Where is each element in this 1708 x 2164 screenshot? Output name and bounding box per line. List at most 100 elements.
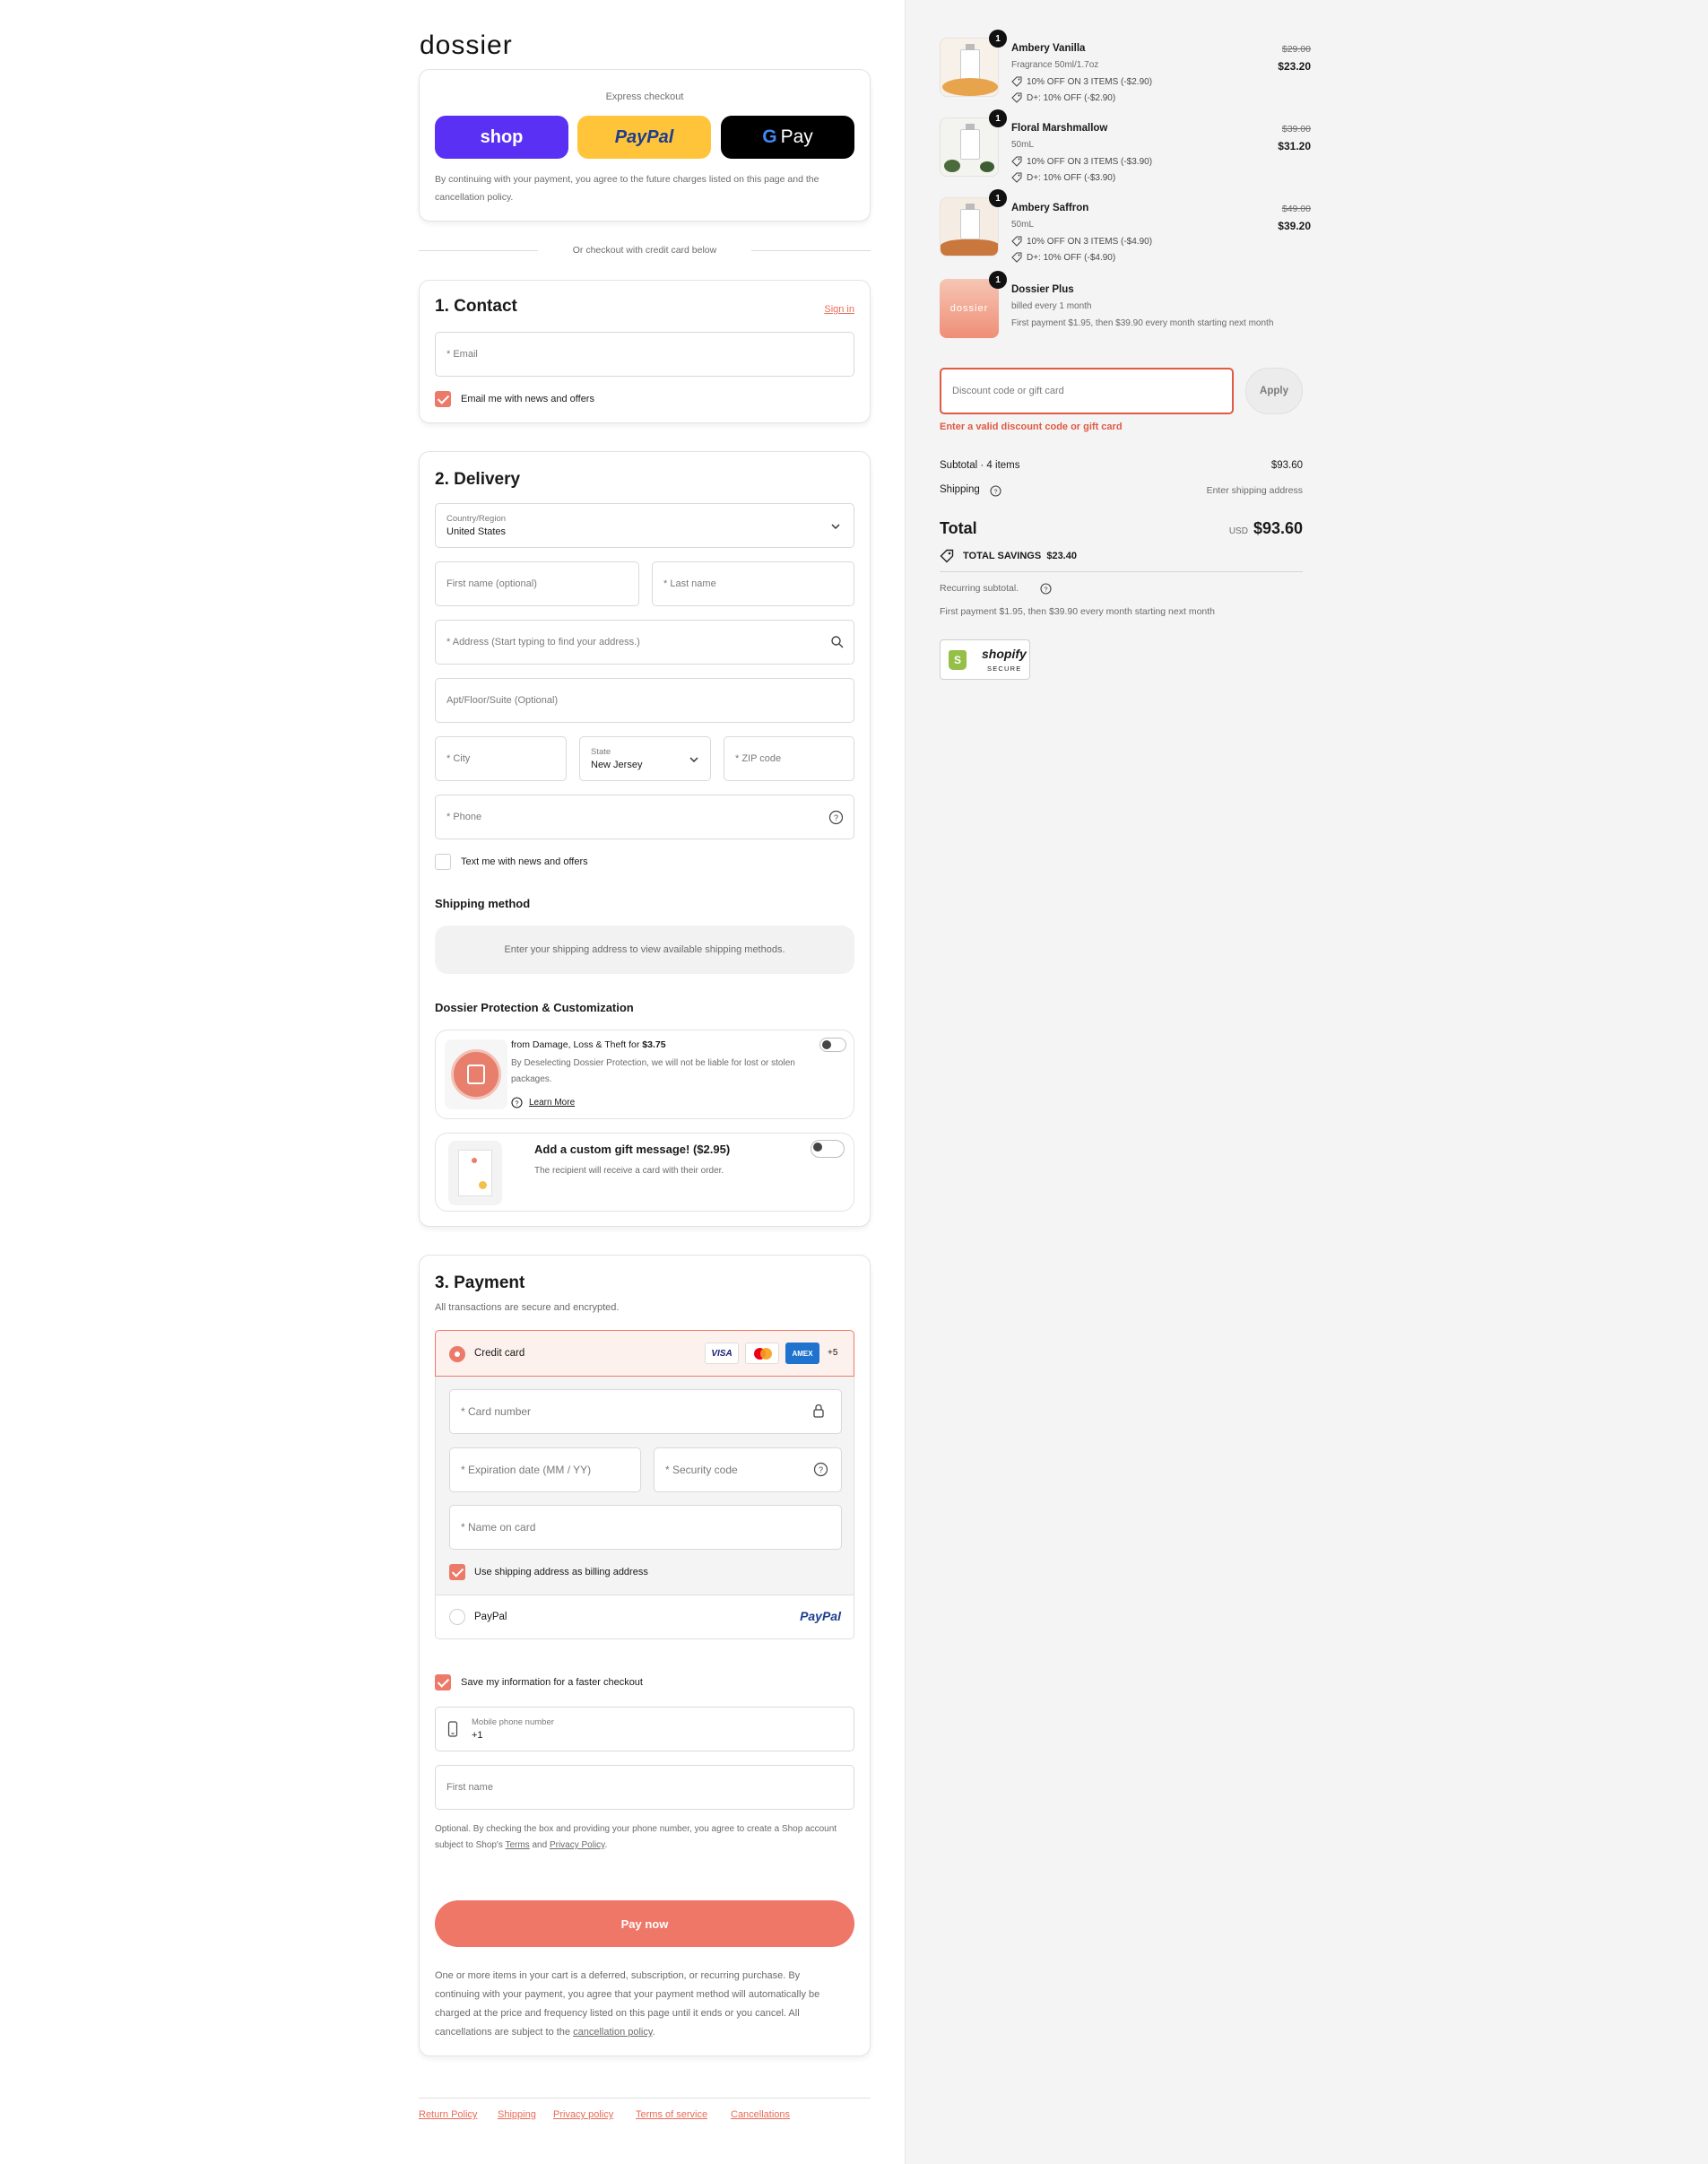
use-shipping-address-checkbox[interactable] — [449, 1564, 465, 1580]
apply-discount-button[interactable]: Apply — [1245, 368, 1303, 414]
paypal-radio[interactable] — [449, 1609, 465, 1625]
tag-icon — [1011, 236, 1022, 247]
expiration-date-field[interactable]: * Expiration date (MM / YY) — [449, 1447, 641, 1492]
savings-label: TOTAL SAVINGS — [963, 551, 1042, 561]
protection-toggle[interactable] — [819, 1038, 846, 1052]
shipping-method-note: Enter your shipping address to view avai… — [504, 944, 785, 955]
pay-now-button[interactable]: Pay now — [435, 1900, 854, 1947]
order-summary: 1 Ambery Vanilla Fragrance 50ml/1.7oz 10… — [905, 0, 1708, 2164]
discounted-price: $23.20 — [1278, 60, 1311, 73]
shop-first-name-field[interactable]: First name — [435, 1765, 854, 1810]
tag-icon — [940, 549, 954, 563]
shop-pay-button[interactable]: shop — [435, 116, 568, 159]
discount-text: D+: 10% OFF (-$4.90) — [1027, 252, 1116, 263]
product-name: Ambery Saffron — [1011, 203, 1089, 213]
shop-terms-link[interactable]: Terms — [505, 1840, 529, 1850]
dossier-plus-thumb-text: dossier — [949, 303, 989, 314]
help-circle-icon[interactable]: ? — [1040, 583, 1052, 595]
google-g-icon: G — [762, 126, 777, 147]
last-name-field[interactable]: * Last name — [652, 561, 854, 606]
apply-label: Apply — [1260, 386, 1288, 396]
credit-card-radio[interactable] — [449, 1346, 465, 1362]
gift-message-toggle[interactable] — [811, 1140, 845, 1158]
brand-logo[interactable]: dossier — [420, 30, 513, 61]
help-circle-icon[interactable]: ? — [990, 485, 1001, 497]
mobile-phone-icon — [447, 1721, 458, 1737]
paypal-option[interactable]: PayPal PayPal — [435, 1595, 854, 1639]
protection-price: $3.75 — [642, 1039, 666, 1050]
discount-line: 10% OFF ON 3 ITEMS (-$3.90) — [1011, 156, 1152, 167]
apartment-field[interactable]: Apt/Floor/Suite (Optional) — [435, 678, 854, 723]
payment-title: 3. Payment — [435, 1273, 525, 1292]
address-field[interactable]: * Address (Start typing to find your add… — [435, 620, 854, 665]
contact-card: 1. Contact Sign in * Email Email me with… — [419, 280, 871, 423]
state-value: New Jersey — [591, 760, 643, 770]
credit-card-option[interactable]: Credit card VISA AMEX +5 — [435, 1330, 854, 1377]
shop-privacy-link[interactable]: Privacy Policy — [550, 1840, 605, 1850]
gift-message-title: Add a custom gift message! ($2.95) — [534, 1143, 731, 1156]
footer-privacy-policy-link[interactable]: Privacy policy — [553, 2109, 613, 2120]
product-name: Dossier Plus — [1011, 284, 1074, 295]
discounted-price: $39.20 — [1278, 220, 1311, 232]
cart-item: 1 Ambery Saffron 50mL 10% OFF ON 3 ITEMS… — [906, 189, 1336, 269]
svg-text:?: ? — [819, 1465, 823, 1474]
card-number-field[interactable]: * Card number — [449, 1389, 842, 1434]
savings-value: $23.40 — [1046, 551, 1077, 561]
country-value: United States — [447, 526, 507, 537]
sign-in-link[interactable]: Sign in — [824, 304, 854, 315]
gift-message-option: Add a custom gift message! ($2.95) The r… — [435, 1133, 854, 1212]
discount-line: 10% OFF ON 3 ITEMS (-$4.90) — [1011, 236, 1152, 247]
paypal-label: PayPal — [614, 126, 674, 147]
gift-message-description: The recipient will receive a card with t… — [534, 1166, 724, 1176]
email-news-label: Email me with news and offers — [461, 394, 594, 404]
total-savings: TOTAL SAVINGS $23.40 — [963, 551, 1077, 561]
text-news-checkbox[interactable] — [435, 854, 451, 870]
cancellation-policy-link[interactable]: cancellation policy — [573, 2027, 652, 2038]
footer-return-policy-link[interactable]: Return Policy — [419, 2109, 477, 2120]
learn-more-link[interactable]: Learn More — [529, 1098, 575, 1108]
recurring-subtotal-label: Recurring subtotal. — [940, 583, 1019, 594]
google-pay-button[interactable]: G Pay — [721, 116, 854, 159]
google-pay-label: Pay — [780, 126, 813, 147]
paypal-button[interactable]: PayPal — [577, 116, 711, 159]
recurring-purchase-note: One or more items in your cart is a defe… — [435, 1967, 847, 2042]
zip-field[interactable]: * ZIP code — [724, 736, 854, 781]
footer-terms-link[interactable]: Terms of service — [636, 2109, 707, 2120]
email-news-checkbox[interactable] — [435, 391, 451, 407]
total-value: $93.60 — [1253, 519, 1303, 537]
footer-divider — [419, 2098, 871, 2099]
discounted-price: $31.20 — [1278, 140, 1311, 152]
discount-line: D+: 10% OFF (-$4.90) — [1011, 252, 1115, 263]
product-thumbnail — [940, 38, 999, 97]
svg-text:?: ? — [1044, 586, 1047, 594]
help-circle-icon[interactable]: ? — [813, 1462, 828, 1477]
paypal-option-label: PayPal — [474, 1612, 507, 1622]
delivery-title: 2. Delivery — [435, 470, 521, 489]
first-name-field[interactable]: First name (optional) — [435, 561, 639, 606]
cart-item: 1 Floral Marshmallow 50mL 10% OFF ON 3 I… — [906, 109, 1336, 189]
svg-text:?: ? — [834, 813, 838, 822]
tag-icon — [1011, 76, 1022, 87]
discount-code-input[interactable]: Discount code or gift card — [940, 368, 1234, 414]
city-field[interactable]: * City — [435, 736, 567, 781]
quantity-badge: 1 — [989, 189, 1007, 207]
footer-shipping-link[interactable]: Shipping — [498, 2109, 536, 2120]
save-info-checkbox[interactable] — [435, 1674, 451, 1690]
name-on-card-field[interactable]: * Name on card — [449, 1505, 842, 1550]
discount-text: 10% OFF ON 3 ITEMS (-$4.90) — [1027, 236, 1153, 247]
footer-cancellations-link[interactable]: Cancellations — [731, 2109, 790, 2120]
state-select[interactable]: State New Jersey — [579, 736, 711, 781]
discount-error-message: Enter a valid discount code or gift card — [940, 422, 1123, 432]
subtotal-label: Subtotal · 4 items — [940, 460, 1020, 471]
payment-subtitle: All transactions are secure and encrypte… — [435, 1302, 620, 1313]
phone-field[interactable]: * Phone — [435, 795, 854, 839]
mobile-phone-field[interactable]: Mobile phone number +1 — [435, 1707, 854, 1751]
use-shipping-address-label: Use shipping address as billing address — [474, 1567, 648, 1577]
product-variant: 50mL — [1011, 140, 1035, 150]
help-circle-icon[interactable]: ? — [828, 810, 844, 825]
country-select[interactable]: Country/Region United States — [435, 503, 854, 548]
email-field[interactable]: * Email — [435, 332, 854, 377]
tag-icon — [1011, 252, 1022, 263]
payment-card: 3. Payment All transactions are secure a… — [419, 1255, 871, 2056]
quantity-badge: 1 — [989, 271, 1007, 289]
